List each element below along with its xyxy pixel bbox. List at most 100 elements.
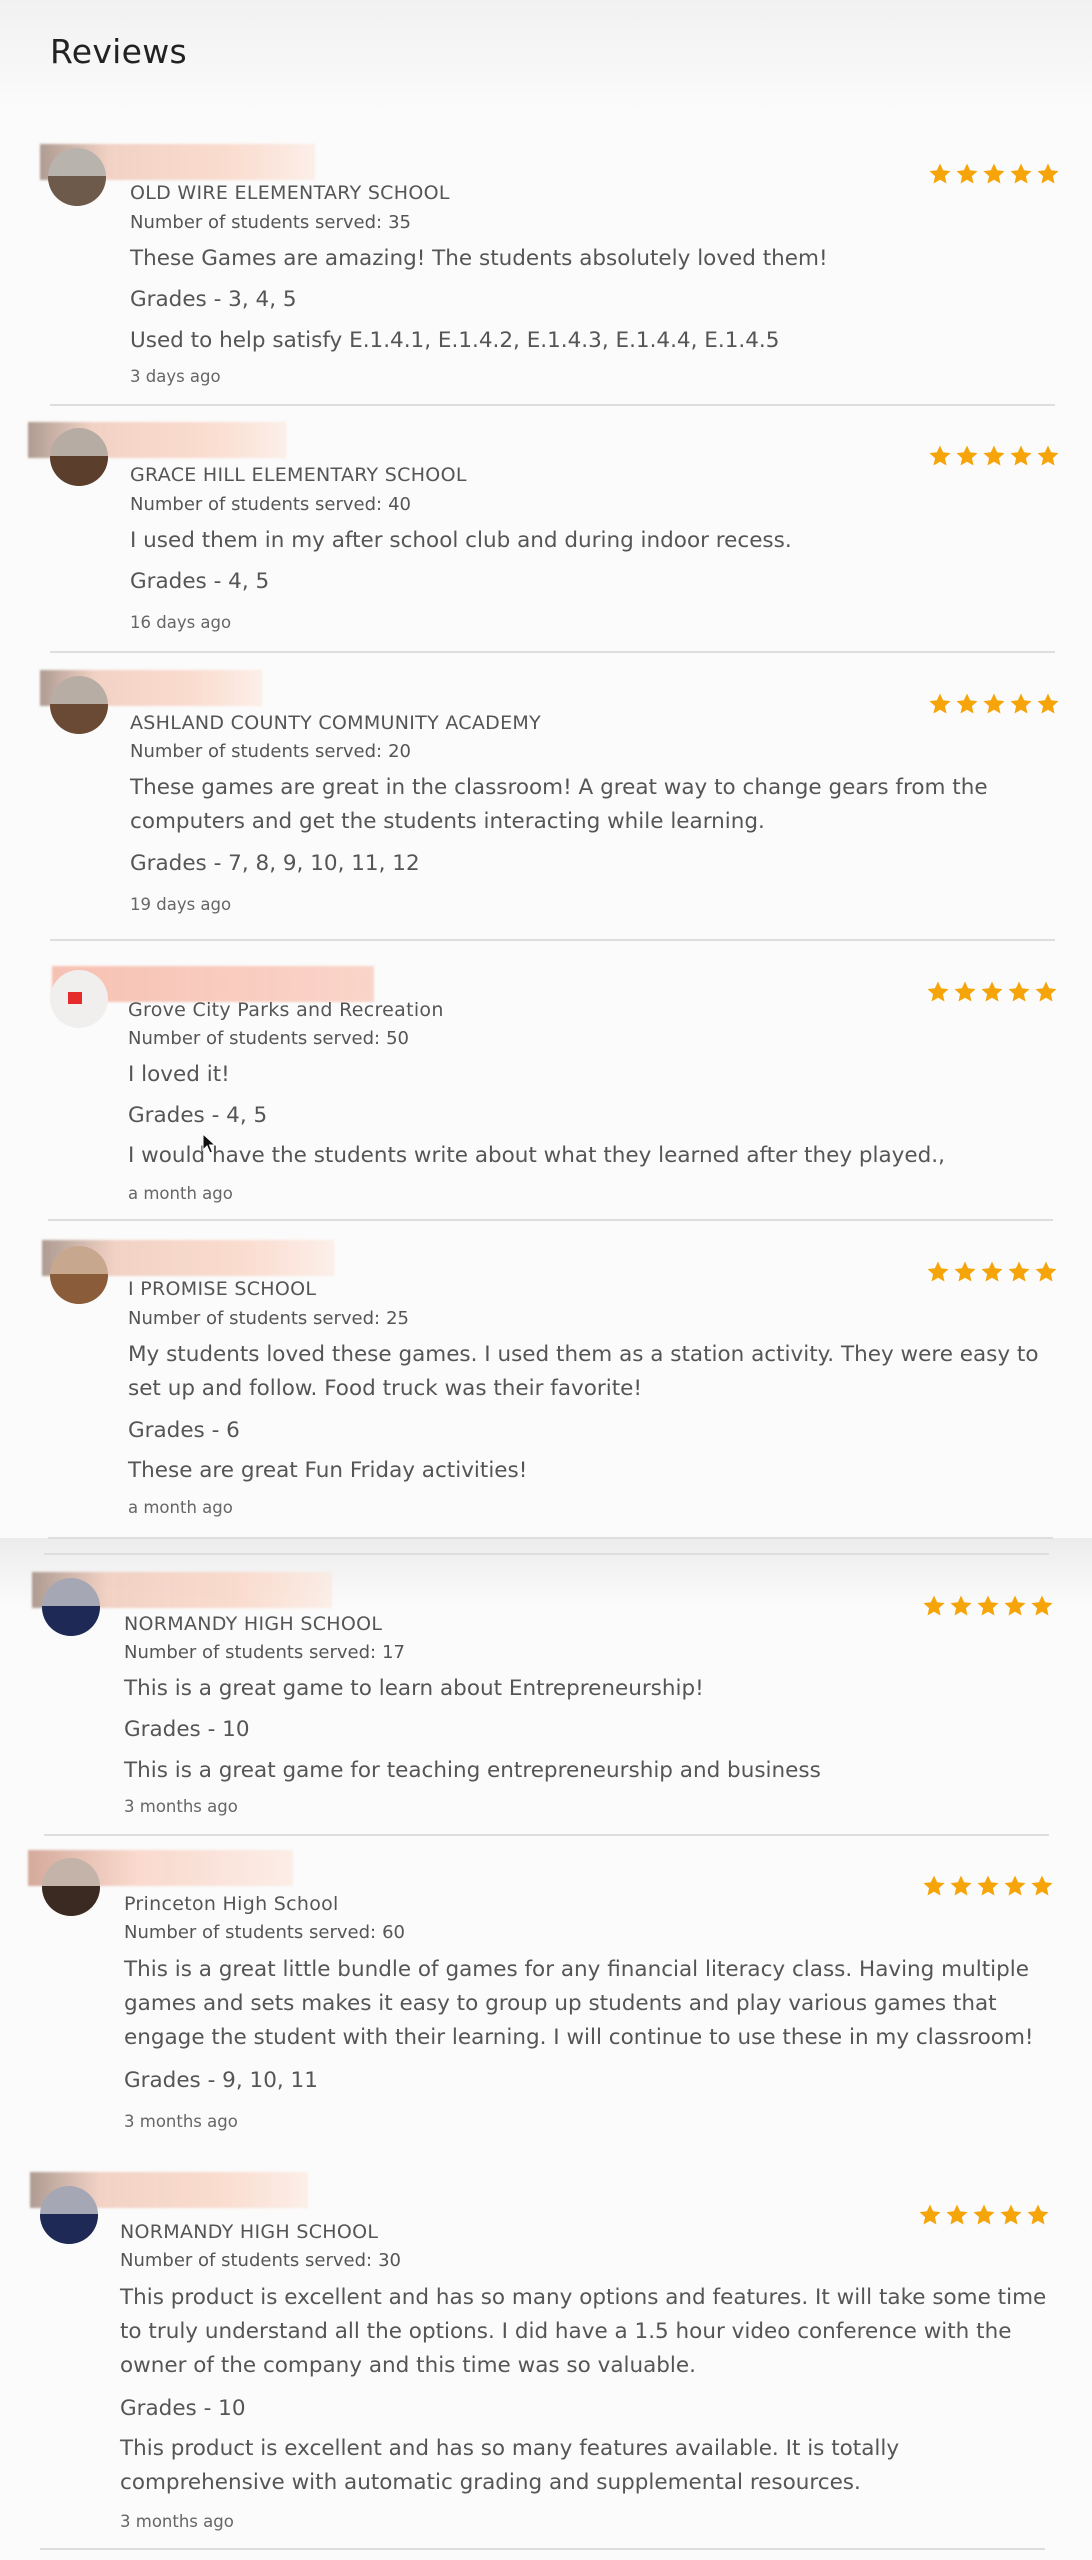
star-icon (983, 445, 1005, 466)
star-icon (1035, 981, 1057, 1002)
star-icon (1037, 445, 1059, 466)
mouse-cursor-icon (202, 1133, 216, 1154)
avatar (50, 970, 108, 1028)
review-text: I loved it! (128, 1062, 230, 1087)
grades: Grades - 4, 5 (130, 569, 270, 594)
star-icon (1027, 2204, 1049, 2225)
review-text: This is a great little bundle of games f… (124, 1957, 1034, 2050)
star-icon (977, 1875, 999, 1896)
review-text: This product is excellent and has so man… (120, 2285, 1047, 2378)
page-title: Reviews (50, 32, 188, 71)
school-name: NORMANDY HIGH SCHOOL (120, 2221, 379, 2243)
review-note: These are great Fun Friday activities! (128, 1458, 528, 1483)
grades: Grades - 10 (120, 2396, 246, 2421)
avatar (42, 1858, 100, 1916)
review-date: 19 days ago (130, 895, 232, 914)
avatar (40, 2186, 98, 2244)
students-served: Number of students served: 35 (130, 212, 411, 233)
students-served: Number of students served: 20 (130, 741, 411, 762)
star-icon (929, 163, 951, 184)
review-text: My students loved these games. I used th… (128, 1342, 1039, 1401)
grades: Grades - 3, 4, 5 (130, 287, 297, 312)
school-name: Grove City Parks and Recreation (128, 999, 444, 1021)
reviews-page: Reviews OLD WIRE ELEMENTARY SCHOOL Numbe… (0, 0, 1092, 2560)
star-rating (922, 1874, 1054, 1900)
review-note: This product is excellent and has so man… (120, 2436, 900, 2495)
avatar (50, 676, 108, 734)
star-icon (946, 2204, 968, 2225)
star-rating (928, 444, 1060, 470)
star-icon (927, 981, 949, 1002)
star-icon (1031, 1595, 1053, 1616)
star-icon (956, 693, 978, 714)
star-rating (926, 1260, 1058, 1286)
star-icon (956, 163, 978, 184)
school-name: GRACE HILL ELEMENTARY SCHOOL (130, 464, 467, 486)
star-icon (929, 693, 951, 714)
review-date: 3 months ago (124, 2112, 238, 2131)
star-icon (954, 981, 976, 1002)
school-name: I PROMISE SCHOOL (128, 1278, 317, 1300)
star-icon (983, 163, 1005, 184)
avatar (42, 1578, 100, 1636)
review-note: I would have the students write about wh… (128, 1143, 945, 1168)
star-rating (928, 162, 1060, 188)
star-icon (1004, 1595, 1026, 1616)
logo-icon (68, 992, 82, 1004)
star-icon (950, 1875, 972, 1896)
school-name: ASHLAND COUNTY COMMUNITY ACADEMY (130, 712, 541, 734)
students-served: Number of students served: 60 (124, 1922, 405, 1943)
star-icon (1008, 1261, 1030, 1282)
star-icon (1037, 163, 1059, 184)
review-date: 3 months ago (124, 1797, 238, 1816)
grades: Grades - 4, 5 (128, 1103, 268, 1128)
students-served: Number of students served: 25 (128, 1308, 409, 1329)
star-icon (1035, 1261, 1057, 1282)
star-icon (929, 445, 951, 466)
star-icon (1010, 445, 1032, 466)
review-divider (48, 1537, 1053, 1539)
grades: Grades - 7, 8, 9, 10, 11, 12 (130, 851, 420, 876)
review-text: This is a great game to learn about Entr… (124, 1676, 704, 1701)
star-icon (950, 1595, 972, 1616)
review-note: This is a great game for teaching entrep… (124, 1758, 821, 1783)
students-served: Number of students served: 40 (130, 494, 411, 515)
review-date: a month ago (128, 1184, 233, 1203)
star-rating (926, 980, 1058, 1006)
review-date: a month ago (128, 1498, 233, 1517)
school-name: NORMANDY HIGH SCHOOL (124, 1613, 383, 1635)
star-icon (923, 1595, 945, 1616)
review-date: 16 days ago (130, 613, 232, 632)
star-icon (954, 1261, 976, 1282)
star-icon (923, 1875, 945, 1896)
review-divider (50, 404, 1055, 406)
star-icon (981, 981, 1003, 1002)
review-text: These Games are amazing! The students ab… (130, 246, 828, 271)
star-icon (1008, 981, 1030, 1002)
star-rating (928, 692, 1060, 718)
review-divider (40, 2548, 1045, 2550)
students-served: Number of students served: 30 (120, 2250, 401, 2271)
star-icon (1010, 693, 1032, 714)
avatar (50, 1246, 108, 1304)
students-served: Number of students served: 50 (128, 1028, 409, 1049)
school-name: OLD WIRE ELEMENTARY SCHOOL (130, 182, 450, 204)
review-divider (50, 939, 1055, 941)
star-icon (981, 1261, 1003, 1282)
review-divider (48, 1219, 1053, 1221)
section-divider (44, 1553, 1049, 1555)
school-name: Princeton High School (124, 1893, 339, 1915)
review-divider (50, 651, 1055, 653)
review-note: Used to help satisfy E.1.4.1, E.1.4.2, E… (130, 328, 780, 353)
star-icon (1037, 693, 1059, 714)
review-text: These games are great in the classroom! … (130, 775, 988, 834)
star-icon (1004, 1875, 1026, 1896)
star-icon (927, 1261, 949, 1282)
students-served: Number of students served: 17 (124, 1642, 405, 1663)
star-icon (1010, 163, 1032, 184)
avatar (48, 148, 106, 206)
avatar (50, 428, 108, 486)
grades: Grades - 10 (124, 1717, 250, 1742)
star-rating (922, 1594, 1054, 1620)
star-rating (918, 2203, 1050, 2229)
